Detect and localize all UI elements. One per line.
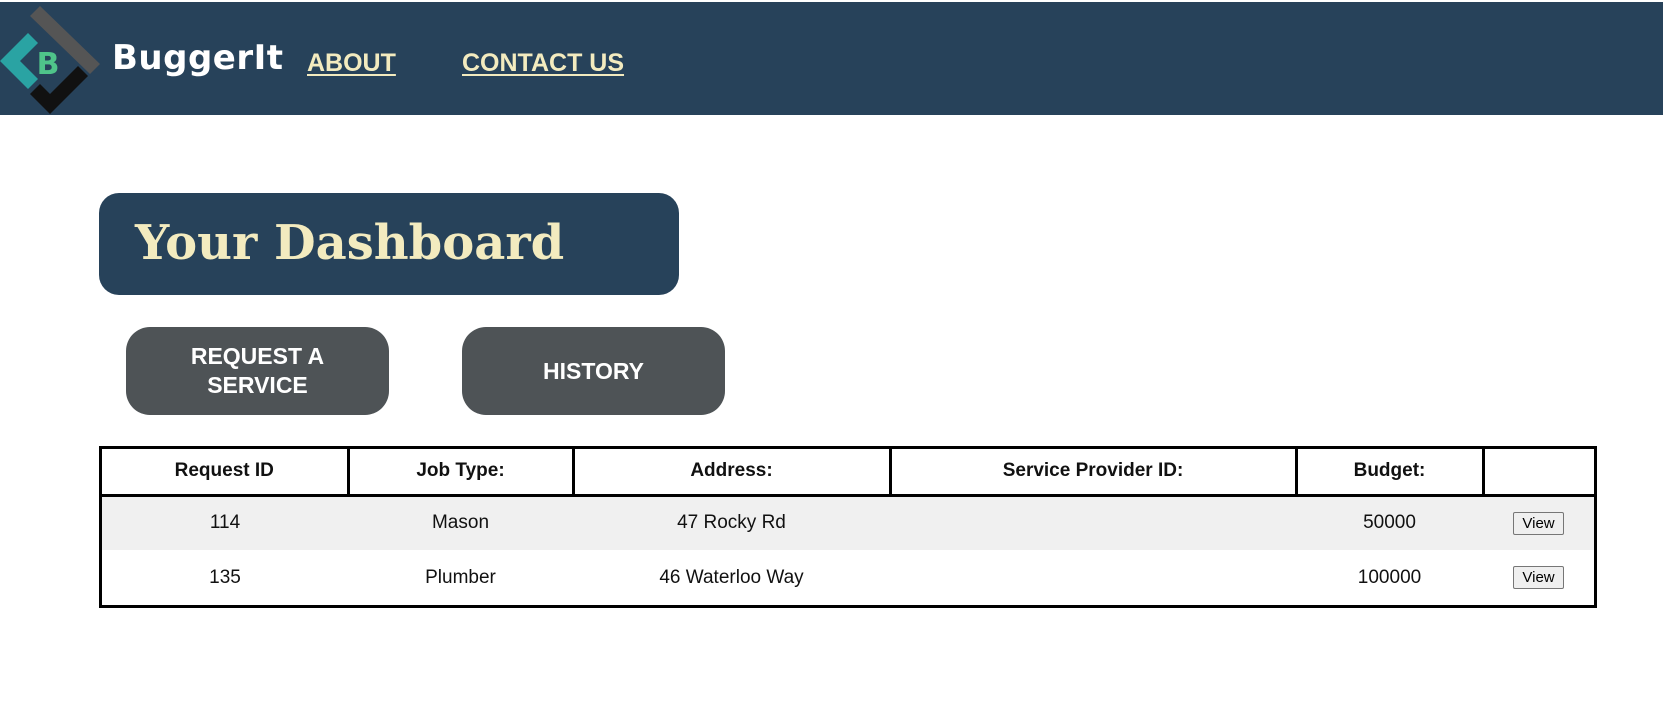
table-header-row: Request ID Job Type: Address: Service Pr… [102, 449, 1594, 497]
cell-provider-id [890, 550, 1296, 605]
header-request-id: Request ID [102, 449, 350, 497]
brand-name: BuggerIt [112, 38, 284, 78]
request-service-label: REQUEST A SERVICE [183, 342, 333, 400]
cell-action: View [1483, 550, 1594, 605]
buggerit-logo-icon[interactable]: B [0, 6, 100, 114]
cell-budget: 50000 [1296, 495, 1483, 550]
cell-action: View [1483, 495, 1594, 550]
cell-job-type: Plumber [348, 550, 573, 605]
dashboard-banner: Your Dashboard [99, 193, 679, 295]
top-navigation-bar: B BuggerIt ABOUT CONTACT US [0, 2, 1663, 115]
cell-request-id: 114 [102, 495, 348, 550]
cell-job-type: Mason [348, 495, 573, 550]
request-service-label-line1: REQUEST A [190, 343, 325, 369]
logo-letter: B [37, 47, 60, 82]
table-row: 114 Mason 47 Rocky Rd 50000 View [102, 495, 1594, 550]
cell-address: 47 Rocky Rd [573, 495, 890, 550]
table-row: 135 Plumber 46 Waterloo Way 100000 View [102, 550, 1594, 605]
requests-table: Request ID Job Type: Address: Service Pr… [102, 449, 1594, 605]
header-job-type: Job Type: [348, 449, 575, 497]
header-action [1483, 449, 1594, 497]
request-service-button[interactable]: REQUEST A SERVICE [126, 327, 389, 415]
requests-table-container: Request ID Job Type: Address: Service Pr… [99, 446, 1597, 608]
view-button[interactable]: View [1513, 511, 1564, 535]
header-address: Address: [573, 449, 892, 497]
header-budget: Budget: [1296, 449, 1485, 497]
request-service-label-line2: SERVICE [207, 372, 308, 398]
view-button[interactable]: View [1513, 566, 1564, 589]
page-title: Your Dashboard [135, 215, 565, 271]
cell-budget: 100000 [1296, 550, 1483, 605]
nav-about-link[interactable]: ABOUT [307, 49, 396, 78]
header-provider-id: Service Provider ID: [890, 449, 1298, 497]
cell-address: 46 Waterloo Way [573, 550, 890, 605]
nav-contact-link[interactable]: CONTACT US [462, 49, 624, 78]
cell-request-id: 135 [102, 550, 348, 605]
history-button[interactable]: HISTORY [462, 327, 725, 415]
cell-provider-id [890, 495, 1296, 550]
